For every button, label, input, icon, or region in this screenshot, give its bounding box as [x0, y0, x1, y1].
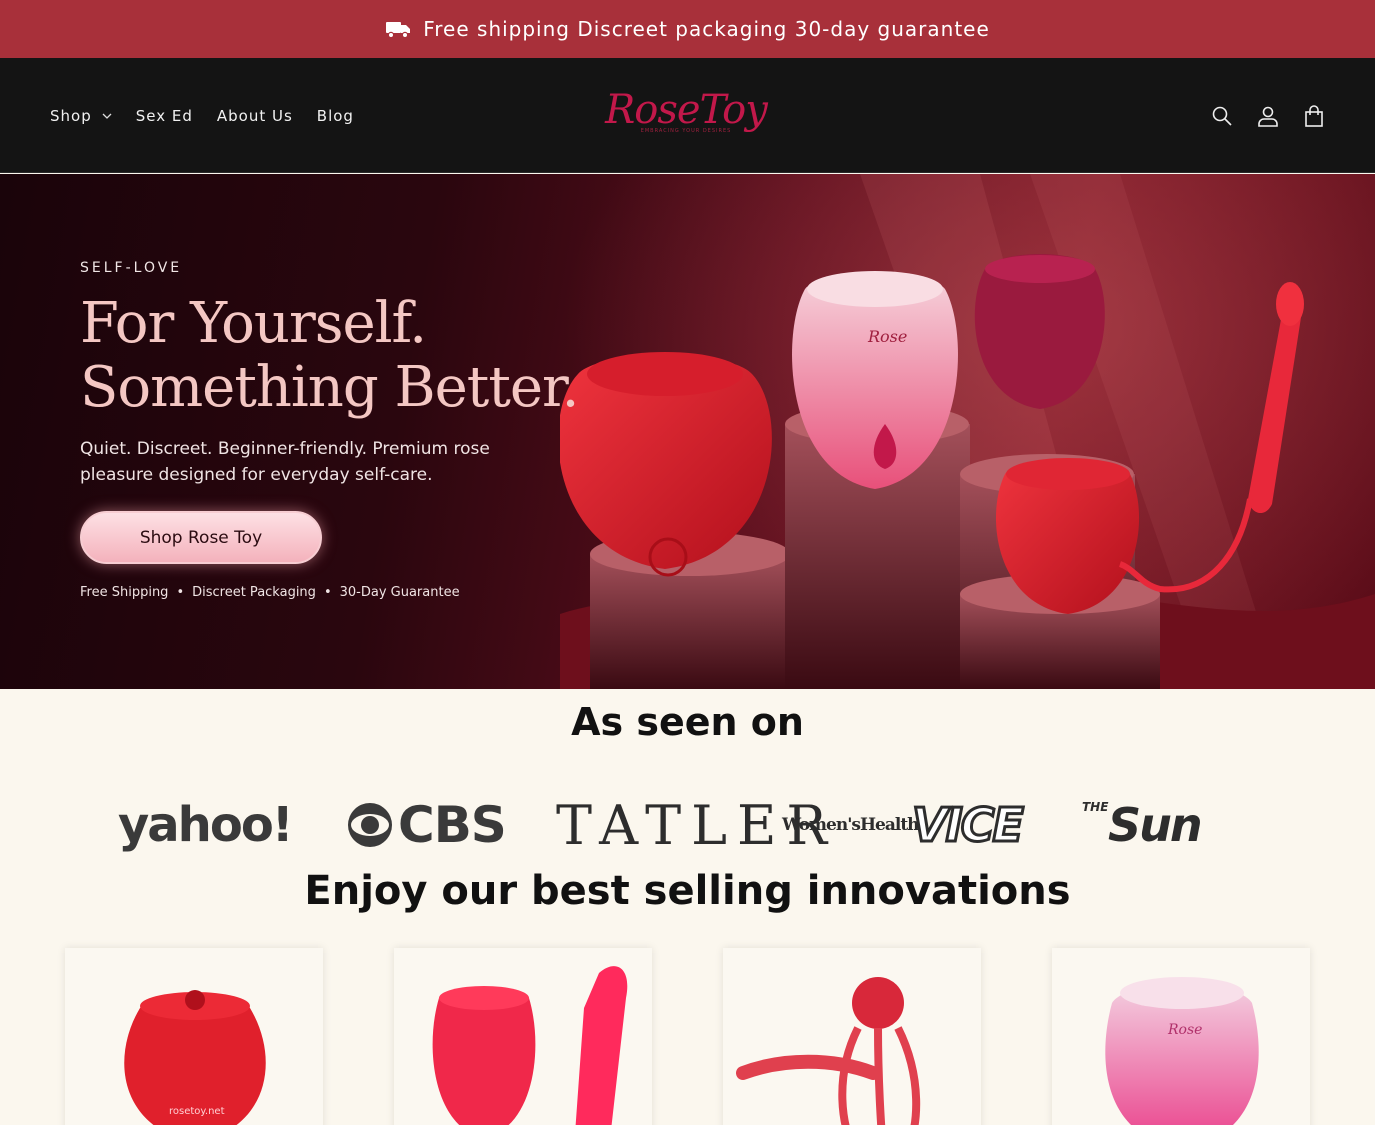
hero-kicker: SELF-LOVE — [80, 260, 183, 276]
svg-text:rosetoy.net: rosetoy.net — [169, 1106, 225, 1117]
badge-separator: • — [323, 585, 332, 600]
yahoo-logo: yahoo! — [118, 797, 294, 853]
product-image: rosetoy.net — [124, 990, 266, 1125]
badge-free-shipping: Free Shipping — [80, 585, 169, 600]
hero-banner: Rose SELF-LOVE For Yourself. Something B… — [0, 174, 1375, 689]
best-sellers-heading: Enjoy our best selling innovations — [304, 868, 1071, 914]
badge-guarantee: 30-Day Guarantee — [339, 585, 460, 600]
badge-separator: • — [176, 585, 185, 600]
hero-product-image: Rose — [560, 174, 1375, 689]
product-image: Rose — [1105, 977, 1259, 1125]
site-logo[interactable]: RoseToy EMBRACING YOUR DESIRES — [605, 86, 768, 142]
cart-icon[interactable] — [1303, 104, 1325, 127]
badge-discreet-packaging: Discreet Packaging — [192, 585, 316, 600]
nav-blog[interactable]: Blog — [317, 107, 354, 125]
shop-rose-toy-button[interactable]: Shop Rose Toy — [80, 511, 322, 564]
svg-text:Rose: Rose — [1167, 1022, 1202, 1038]
truck-icon — [386, 22, 411, 39]
announcement-text: Free shipping Discreet packaging 30-day … — [423, 17, 990, 41]
nav-about-us[interactable]: About Us — [217, 107, 293, 125]
cbs-logo: CBS — [346, 790, 507, 860]
press-heading: As seen on — [571, 700, 804, 744]
product-card-rose-cock-ring[interactable] — [723, 948, 981, 1125]
vice-logo: VICE — [911, 797, 1026, 854]
site-header: Shop Sex Ed About Us Blog RoseToy EMBRAC… — [0, 58, 1375, 173]
nav-shop[interactable]: Shop — [50, 107, 112, 125]
account-icon[interactable] — [1257, 105, 1279, 127]
cbs-wordmark: CBS — [398, 796, 507, 854]
product-image — [432, 966, 628, 1125]
hero-subtitle: Quiet. Discreet. Beginner-friendly. Prem… — [80, 439, 490, 485]
logo-tagline: EMBRACING YOUR DESIRES — [640, 128, 732, 134]
product-card-rose-toy-pink[interactable]: Rose — [1052, 948, 1310, 1125]
hero-title: For Yourself. Something Better. — [80, 292, 580, 420]
product-card-rose-toy-red[interactable]: rosetoy.net — [65, 948, 323, 1125]
hero-title-line-1: For Yourself. — [80, 291, 427, 356]
hero-title-line-2: Something Better. — [80, 355, 579, 420]
product-card-rose-toy-with-dildo[interactable] — [394, 948, 652, 1125]
the-sun-logo: Sun — [1108, 798, 1203, 852]
cbs-eye-icon — [348, 803, 392, 847]
hero-badges: Free Shipping • Discreet Packaging • 30-… — [80, 585, 460, 600]
nav-sex-ed[interactable]: Sex Ed — [136, 107, 193, 125]
search-icon[interactable] — [1211, 105, 1233, 127]
nav-sex-ed-label: Sex Ed — [135, 106, 193, 125]
main-nav: Shop Sex Ed About Us Blog — [50, 58, 354, 173]
product-image — [736, 977, 921, 1125]
nav-about-us-label: About Us — [216, 106, 293, 125]
svg-text:Rose: Rose — [867, 327, 907, 346]
nav-blog-label: Blog — [316, 106, 354, 125]
womens-health-logo: Women'sHealth — [782, 815, 920, 835]
announcement-bar: Free shipping Discreet packaging 30-day … — [0, 0, 1375, 58]
header-actions — [1211, 58, 1325, 173]
the-sun-logo-the: THE — [1082, 800, 1109, 814]
product-grid: rosetoy.net Rose — [65, 948, 1310, 1125]
logo-wordmark: RoseToy — [605, 87, 768, 133]
nav-shop-label: Shop — [50, 106, 92, 125]
chevron-down-icon — [102, 113, 112, 119]
